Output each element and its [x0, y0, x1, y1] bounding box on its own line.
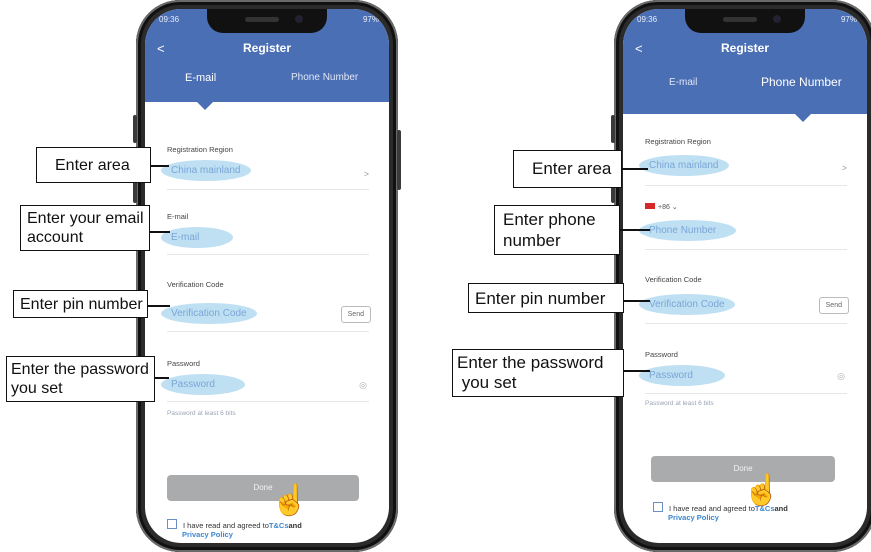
tab-phone-number[interactable]: Phone Number	[761, 75, 842, 89]
divider	[645, 393, 847, 394]
callout-leader	[624, 300, 650, 302]
side-button	[611, 115, 615, 143]
verification-code-label: Verification Code	[645, 275, 702, 284]
callout-text: Enter phone	[503, 210, 596, 229]
verification-code-label: Verification Code	[167, 280, 224, 289]
email-label: E-mail	[167, 212, 189, 221]
callout-leader	[622, 168, 648, 170]
callout-text: Enter area	[55, 157, 130, 174]
divider	[167, 331, 369, 332]
callout-enter-pin: Enter pin number	[13, 290, 148, 318]
agree-checkbox[interactable]	[653, 502, 663, 512]
region-select[interactable]: China mainland	[161, 160, 251, 181]
callout-enter-pin: Enter pin number	[468, 283, 624, 313]
chevron-right-icon[interactable]: >	[364, 169, 369, 179]
password-label: Password	[645, 350, 678, 359]
divider	[645, 323, 847, 324]
privacy-policy-link[interactable]: Privacy Policy	[182, 530, 233, 539]
region-label: Registration Region	[645, 137, 711, 146]
pointing-hand-icon: ☝	[271, 484, 309, 517]
phone-number-input[interactable]: Phone Number	[639, 220, 737, 241]
china-flag-icon	[645, 203, 655, 209]
active-tab-indicator	[197, 102, 213, 110]
agree-text: I have read and agreed to	[183, 521, 269, 530]
divider	[167, 254, 369, 255]
status-time: 09:36	[159, 15, 180, 24]
agree-text: I have read and agreed to	[669, 504, 755, 513]
callout-leader	[151, 165, 169, 167]
password-input[interactable]: Password	[161, 374, 245, 395]
privacy-policy-link[interactable]: Privacy Policy	[668, 513, 719, 522]
callout-text: Enter pin number	[475, 289, 606, 308]
callout-leader	[150, 231, 170, 233]
callout-enter-area: Enter area	[513, 150, 622, 188]
divider	[167, 189, 369, 190]
callout-enter-email: Enter your email account	[20, 205, 150, 251]
callout-text: you set	[11, 380, 63, 397]
callout-leader	[155, 377, 169, 379]
right-phone: < Register E-mail Phone Number 09:36 97%…	[611, 0, 871, 552]
country-code-select[interactable]: +86 ⌄	[645, 203, 678, 211]
password-hint: Password at least 6 bits	[167, 410, 236, 417]
verification-code-input[interactable]: Verification Code	[161, 303, 257, 324]
callout-text: number	[503, 231, 561, 250]
callout-enter-password: Enter the password you set	[6, 356, 155, 402]
chevron-down-icon: ⌄	[671, 204, 678, 211]
region-select[interactable]: China mainland	[639, 155, 729, 176]
callout-text: Enter the password	[11, 361, 149, 378]
eye-icon[interactable]: ◎	[359, 380, 367, 391]
side-button	[133, 115, 137, 143]
divider	[645, 185, 847, 186]
terms-agreement: I have read and agreed toT&Csand Privacy…	[653, 502, 853, 522]
side-button	[397, 130, 401, 190]
tab-phone-number[interactable]: Phone Number	[291, 72, 358, 83]
divider	[167, 401, 369, 402]
callout-leader	[624, 370, 650, 372]
page-title: Register	[242, 41, 292, 55]
password-input[interactable]: Password	[639, 365, 725, 386]
left-phone: < Register E-mail Phone Number 09:36 97%…	[133, 0, 401, 552]
email-input[interactable]: E-mail	[161, 227, 234, 248]
left-screen: < Register E-mail Phone Number 09:36 97%…	[145, 9, 389, 543]
and-text: and	[288, 521, 302, 530]
password-hint: Password at least 6 bits	[645, 400, 714, 407]
callout-leader	[148, 305, 170, 307]
callout-text: Enter the password	[457, 353, 604, 372]
and-text: and	[774, 504, 788, 513]
tcs-link[interactable]: T&Cs	[269, 521, 289, 530]
divider	[645, 249, 847, 250]
tab-email[interactable]: E-mail	[669, 77, 697, 88]
done-button[interactable]: Done	[167, 475, 359, 501]
status-time: 09:36	[637, 15, 658, 24]
callout-enter-area: Enter area	[36, 147, 151, 183]
callout-text: Enter area	[532, 159, 612, 178]
agree-checkbox[interactable]	[167, 519, 177, 529]
send-code-button[interactable]: Send	[818, 297, 849, 314]
callout-enter-phone: Enter phone number	[494, 205, 620, 255]
callout-text: account	[27, 229, 84, 246]
callout-leader	[620, 229, 650, 231]
battery-level: 97%	[840, 15, 857, 24]
chevron-right-icon[interactable]: >	[842, 163, 847, 173]
page-title: Register	[720, 41, 770, 55]
country-code: +86	[658, 204, 670, 211]
notch	[685, 9, 805, 33]
tab-email[interactable]: E-mail	[185, 72, 216, 84]
callout-text: Enter pin number	[20, 296, 143, 313]
active-tab-indicator	[795, 114, 811, 122]
verification-code-input[interactable]: Verification Code	[639, 294, 735, 315]
battery-level: 97%	[362, 15, 379, 24]
right-screen: < Register E-mail Phone Number 09:36 97%…	[623, 9, 867, 543]
callout-text: Enter your email	[27, 210, 144, 227]
send-code-button[interactable]: Send	[340, 306, 371, 323]
region-label: Registration Region	[167, 145, 233, 154]
callout-text: you set	[457, 373, 517, 392]
eye-icon[interactable]: ◎	[837, 371, 845, 382]
password-label: Password	[167, 359, 200, 368]
notch	[207, 9, 327, 33]
tcs-link[interactable]: T&Cs	[755, 504, 775, 513]
terms-agreement: I have read and agreed toT&Csand Privacy…	[167, 519, 367, 539]
callout-enter-password: Enter the password you set	[452, 349, 624, 397]
